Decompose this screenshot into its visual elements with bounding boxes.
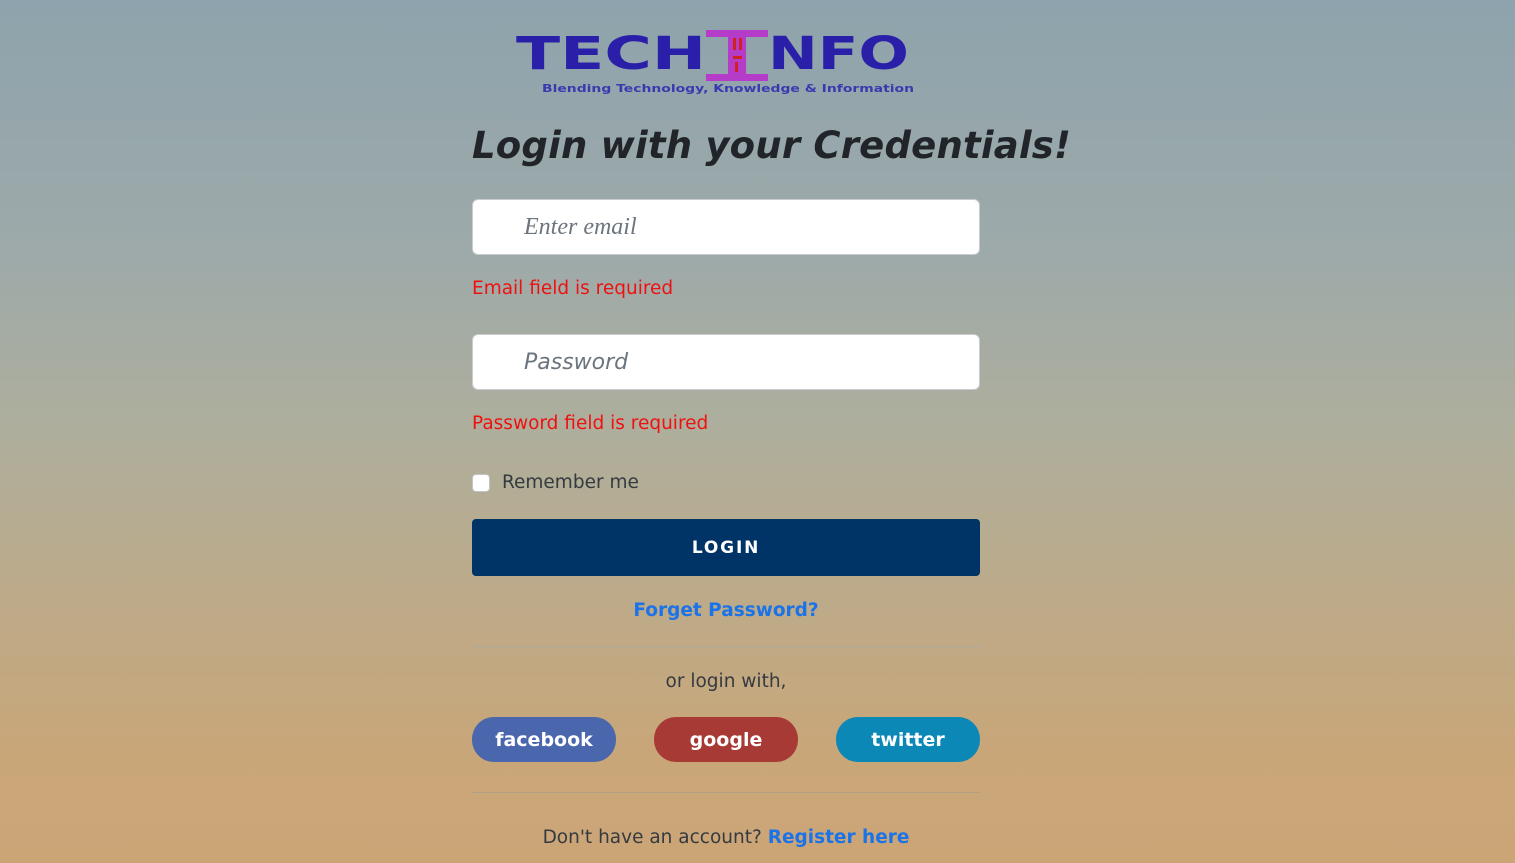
divider bbox=[472, 792, 980, 793]
page-title: Login with your Credentials! bbox=[472, 124, 1072, 167]
twitter-login-button[interactable]: twitter bbox=[836, 717, 980, 762]
divider bbox=[472, 646, 980, 647]
password-error-message: Password field is required bbox=[472, 413, 709, 434]
forgot-password-link[interactable]: Forget Password? bbox=[472, 600, 980, 621]
techinfo-logo: TECH NFO Blending Technology, Knowledge … bbox=[516, 26, 916, 98]
remember-me-checkbox[interactable] bbox=[472, 473, 490, 492]
login-button[interactable]: LOGIN bbox=[472, 519, 980, 576]
register-link[interactable]: Register here bbox=[768, 827, 910, 848]
remember-me-label: Remember me bbox=[502, 472, 639, 493]
register-prompt-row: Don't have an account? Register here bbox=[472, 827, 980, 848]
facebook-login-button[interactable]: facebook bbox=[472, 717, 616, 762]
logo-text-right: NFO bbox=[768, 27, 909, 80]
logo-i-glyph bbox=[706, 30, 768, 81]
or-login-with-text: or login with, bbox=[665, 671, 787, 692]
google-login-button[interactable]: google bbox=[654, 717, 798, 762]
logo-text-left: TECH bbox=[516, 27, 706, 80]
remember-me-row[interactable]: Remember me bbox=[472, 472, 639, 493]
email-error-message: Email field is required bbox=[472, 278, 674, 299]
register-prompt-text: Don't have an account? bbox=[542, 827, 762, 848]
password-input[interactable] bbox=[472, 334, 980, 390]
email-input[interactable] bbox=[472, 199, 980, 255]
logo-tagline: Blending Technology, Knowledge & Informa… bbox=[542, 82, 914, 95]
logo-graphic: TECH NFO Blending Technology, Knowledge … bbox=[516, 27, 914, 95]
